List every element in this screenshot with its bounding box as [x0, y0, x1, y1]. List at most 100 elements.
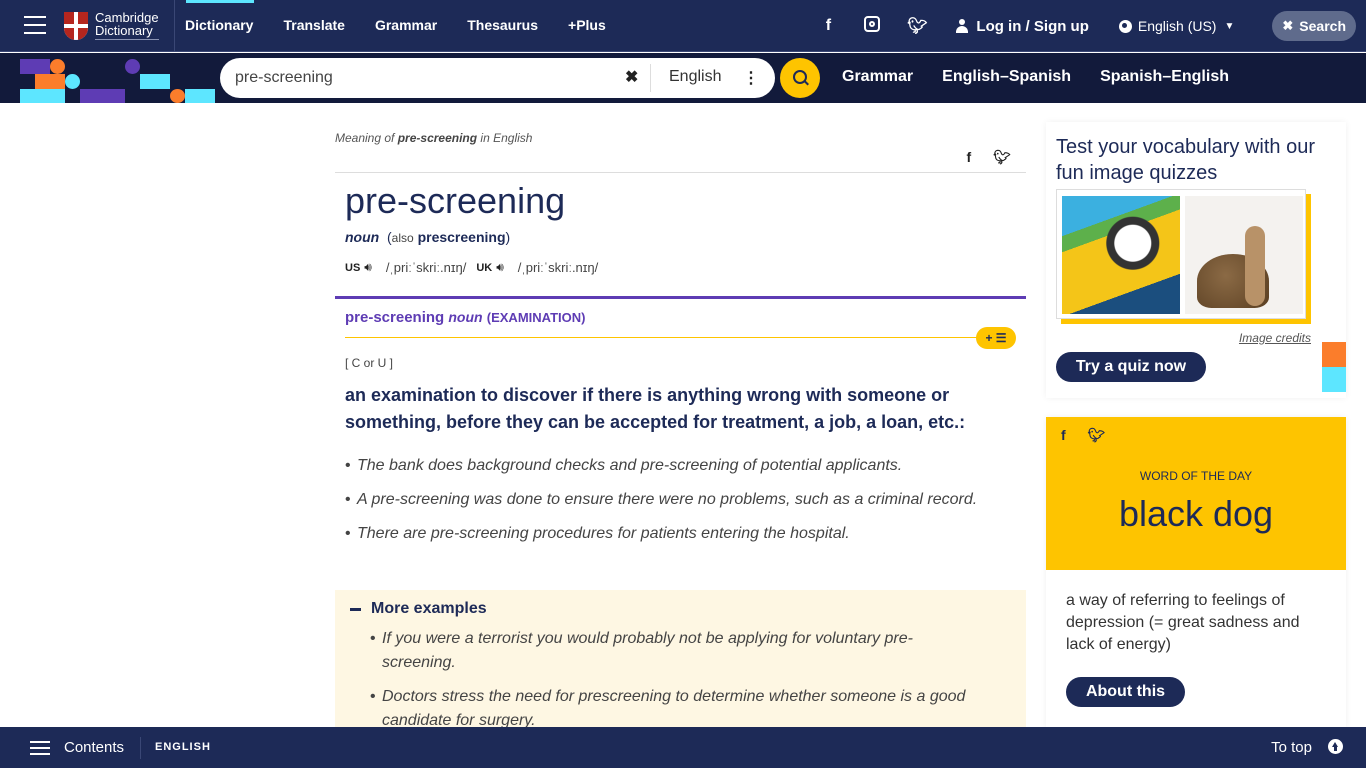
sense-word: pre-screening	[345, 309, 445, 326]
contents-button[interactable]: Contents	[64, 739, 124, 756]
sense-pos: noun	[448, 309, 483, 325]
us-ipa: /ˌpriːˈskriː.nɪŋ/	[385, 260, 467, 275]
wotd-label: WORD OF THE DAY	[1139, 469, 1253, 483]
language-selector[interactable]: English (US) ▼	[1118, 18, 1235, 34]
login-label: Log in / Sign up	[976, 17, 1089, 35]
example-item: The bank does background checks and pre-…	[345, 454, 985, 478]
active-nav-indicator	[186, 0, 254, 3]
login-signup-link[interactable]: Log in / Sign up	[956, 17, 1089, 35]
snail-image	[1185, 196, 1303, 314]
about-this-button[interactable]: About this	[1066, 677, 1185, 707]
divider	[650, 64, 651, 92]
dictionary-language-label: ENGLISH	[155, 741, 211, 753]
to-top-button[interactable]: To top	[1271, 739, 1312, 756]
language-label: English (US)	[1137, 18, 1217, 34]
nav-plus[interactable]: +Plus	[568, 17, 606, 33]
cambridge-logo[interactable]: Cambridge Dictionary	[64, 11, 159, 40]
example-item: Doctors stress the need for prescreening…	[370, 685, 970, 733]
speaker-icon[interactable]: 🔊︎	[364, 260, 372, 275]
close-icon: ✖	[1282, 18, 1294, 33]
subnav-spanish-english[interactable]: Spanish–English	[1100, 68, 1229, 86]
top-navigation-bar: Cambridge Dictionary Dictionary Translat…	[0, 0, 1366, 52]
share-links: f 🐦︎	[1061, 427, 1105, 444]
nav-thesaurus[interactable]: Thesaurus	[467, 17, 538, 33]
us-label: US	[345, 261, 361, 274]
twitter-icon[interactable]: 🐦︎	[1088, 427, 1106, 444]
try-quiz-button[interactable]: Try a quiz now	[1056, 352, 1206, 382]
nav-translate[interactable]: Translate	[283, 17, 344, 33]
uk-ipa: /ˌpriːˈskriː.nɪŋ/	[517, 260, 599, 275]
quiz-title: Test your vocabulary with our fun image …	[1056, 136, 1316, 184]
grammar-code: [ C or U ]	[345, 356, 394, 370]
nav-dictionary[interactable]: Dictionary	[185, 17, 253, 33]
image-credits-link[interactable]: Image credits	[1239, 331, 1311, 345]
decorative-block	[1322, 367, 1346, 392]
search-toggle-button[interactable]: ✖ Search	[1272, 11, 1356, 41]
wotd-header: f 🐦︎ WORD OF THE DAY black dog	[1046, 417, 1346, 570]
minus-icon	[350, 607, 361, 611]
globe-icon	[1118, 19, 1132, 33]
divider	[345, 337, 1005, 338]
also-word: prescreening	[417, 229, 506, 245]
nav-grammar[interactable]: Grammar	[375, 17, 437, 33]
more-options-icon[interactable]: ⋮	[743, 68, 759, 88]
example-item: There are pre-screening procedures for p…	[345, 522, 985, 546]
chevron-down-icon: ▼	[1224, 20, 1235, 32]
definition: an examination to discover if there is a…	[345, 385, 966, 432]
search-toggle-label: Search	[1299, 18, 1346, 34]
search-submit-button[interactable]	[780, 58, 820, 98]
add-to-word-list-button[interactable]: + ☰	[976, 327, 1016, 349]
clear-search-icon[interactable]: ✖	[625, 67, 638, 87]
contents-menu-icon[interactable]	[30, 741, 50, 755]
quiz-images[interactable]	[1056, 189, 1306, 319]
headword: pre-screening	[345, 180, 566, 221]
search-bar-row: ✖ English ⋮ Grammar English–Spanish Span…	[0, 53, 1366, 103]
wotd-definition: a way of referring to feelings of depres…	[1066, 592, 1300, 653]
menu-icon[interactable]	[24, 16, 46, 34]
twitter-icon[interactable]: 🐦︎	[993, 149, 1011, 166]
meaning-suffix: in English	[480, 131, 533, 145]
part-of-speech: noun (also prescreening)	[345, 229, 511, 245]
example-item: A pre-screening was done to ensure there…	[345, 488, 985, 512]
logo-line2: Dictionary	[95, 24, 159, 40]
sense-header: pre-screening noun (EXAMINATION)	[345, 309, 585, 326]
bottom-bar: Contents ENGLISH To top	[0, 727, 1366, 768]
user-icon	[956, 19, 969, 33]
main-nav: Dictionary Translate Grammar Thesaurus +…	[185, 17, 636, 33]
facebook-icon[interactable]: f	[967, 149, 972, 166]
speaker-icon[interactable]: 🔊︎	[496, 260, 504, 275]
meaning-caption: Meaning of pre-screening in English	[335, 131, 532, 145]
pos-label: noun	[345, 229, 380, 245]
subnav-english-spanish[interactable]: English–Spanish	[942, 68, 1071, 86]
uk-label: UK	[476, 261, 493, 274]
guide-word: (EXAMINATION)	[486, 310, 586, 325]
decorative-block	[1322, 342, 1346, 367]
sub-nav: Grammar English–Spanish Spanish–English	[842, 68, 1258, 86]
search-input[interactable]	[235, 69, 615, 87]
sense-divider	[335, 296, 1026, 299]
share-links: f 🐦︎	[967, 149, 1011, 166]
more-examples-toggle[interactable]: More examples	[350, 600, 487, 618]
divider	[335, 172, 1026, 173]
wotd-word[interactable]: black dog	[1046, 493, 1346, 535]
more-examples-label: More examples	[371, 600, 487, 617]
instagram-icon[interactable]	[863, 15, 881, 37]
more-examples-box: More examples If you were a terrorist yo…	[335, 590, 1026, 750]
examples-list: The bank does background checks and pre-…	[345, 454, 985, 556]
search-box: ✖ English ⋮	[220, 58, 775, 98]
more-examples-list: If you were a terrorist you would probab…	[370, 627, 970, 743]
pronunciation: US 🔊︎ /ˌpriːˈskriː.nɪŋ/ UK 🔊︎ /ˌpriːˈskr…	[345, 260, 608, 275]
divider	[140, 737, 141, 759]
word-of-the-day-card: f 🐦︎ WORD OF THE DAY black dog a way of …	[1046, 417, 1346, 728]
twitter-icon[interactable]: 🐦︎	[907, 16, 927, 36]
dictionary-selector[interactable]: English	[669, 68, 721, 86]
subnav-grammar[interactable]: Grammar	[842, 68, 913, 86]
facebook-icon[interactable]: f	[819, 17, 837, 35]
divider	[174, 0, 175, 52]
meaning-prefix: Meaning of	[335, 131, 395, 145]
example-item: If you were a terrorist you would probab…	[370, 627, 970, 675]
facebook-icon[interactable]: f	[1061, 427, 1066, 444]
arrow-up-circle-icon[interactable]	[1328, 739, 1343, 754]
also-label: also	[391, 231, 414, 245]
quiz-card: Test your vocabulary with our fun image …	[1046, 122, 1346, 398]
